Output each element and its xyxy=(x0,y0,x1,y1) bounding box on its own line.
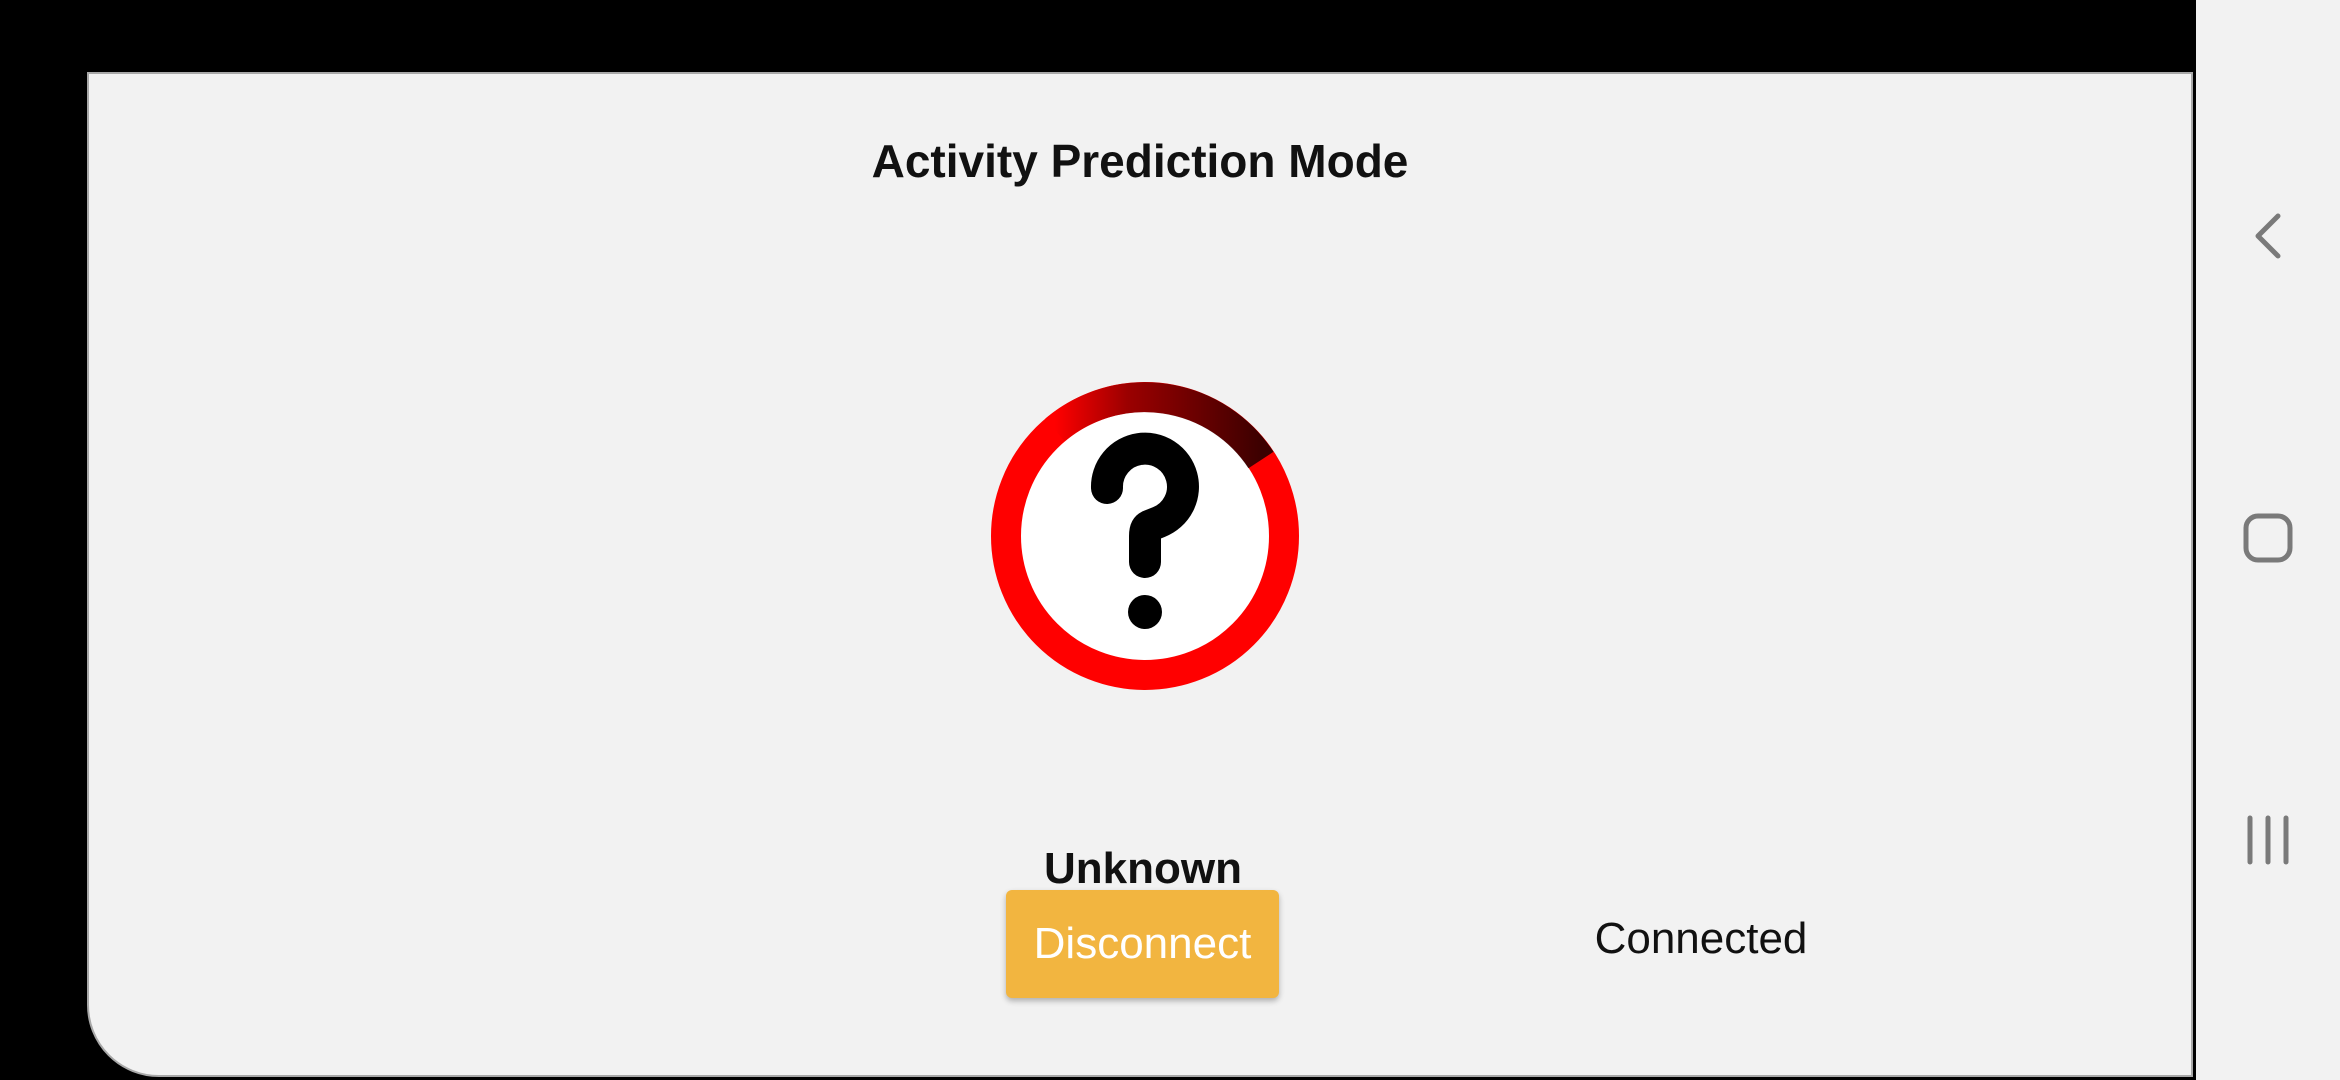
page-title: Activity Prediction Mode xyxy=(871,135,1409,187)
back-icon[interactable] xyxy=(2238,206,2298,266)
disconnect-button[interactable]: Disconnect xyxy=(1006,890,1279,998)
app-screen: Activity Prediction Mode Unknown Disconn… xyxy=(87,72,2193,1077)
recents-icon[interactable] xyxy=(2238,810,2298,870)
status-bar xyxy=(0,0,2196,72)
activity-indicator xyxy=(989,380,1301,692)
activity-ring xyxy=(991,382,1299,690)
activity-label: Unknown xyxy=(1044,844,1242,893)
navigation-bar xyxy=(2196,0,2340,1080)
home-icon[interactable] xyxy=(2238,508,2298,568)
connection-status: Connected xyxy=(1594,914,1808,963)
